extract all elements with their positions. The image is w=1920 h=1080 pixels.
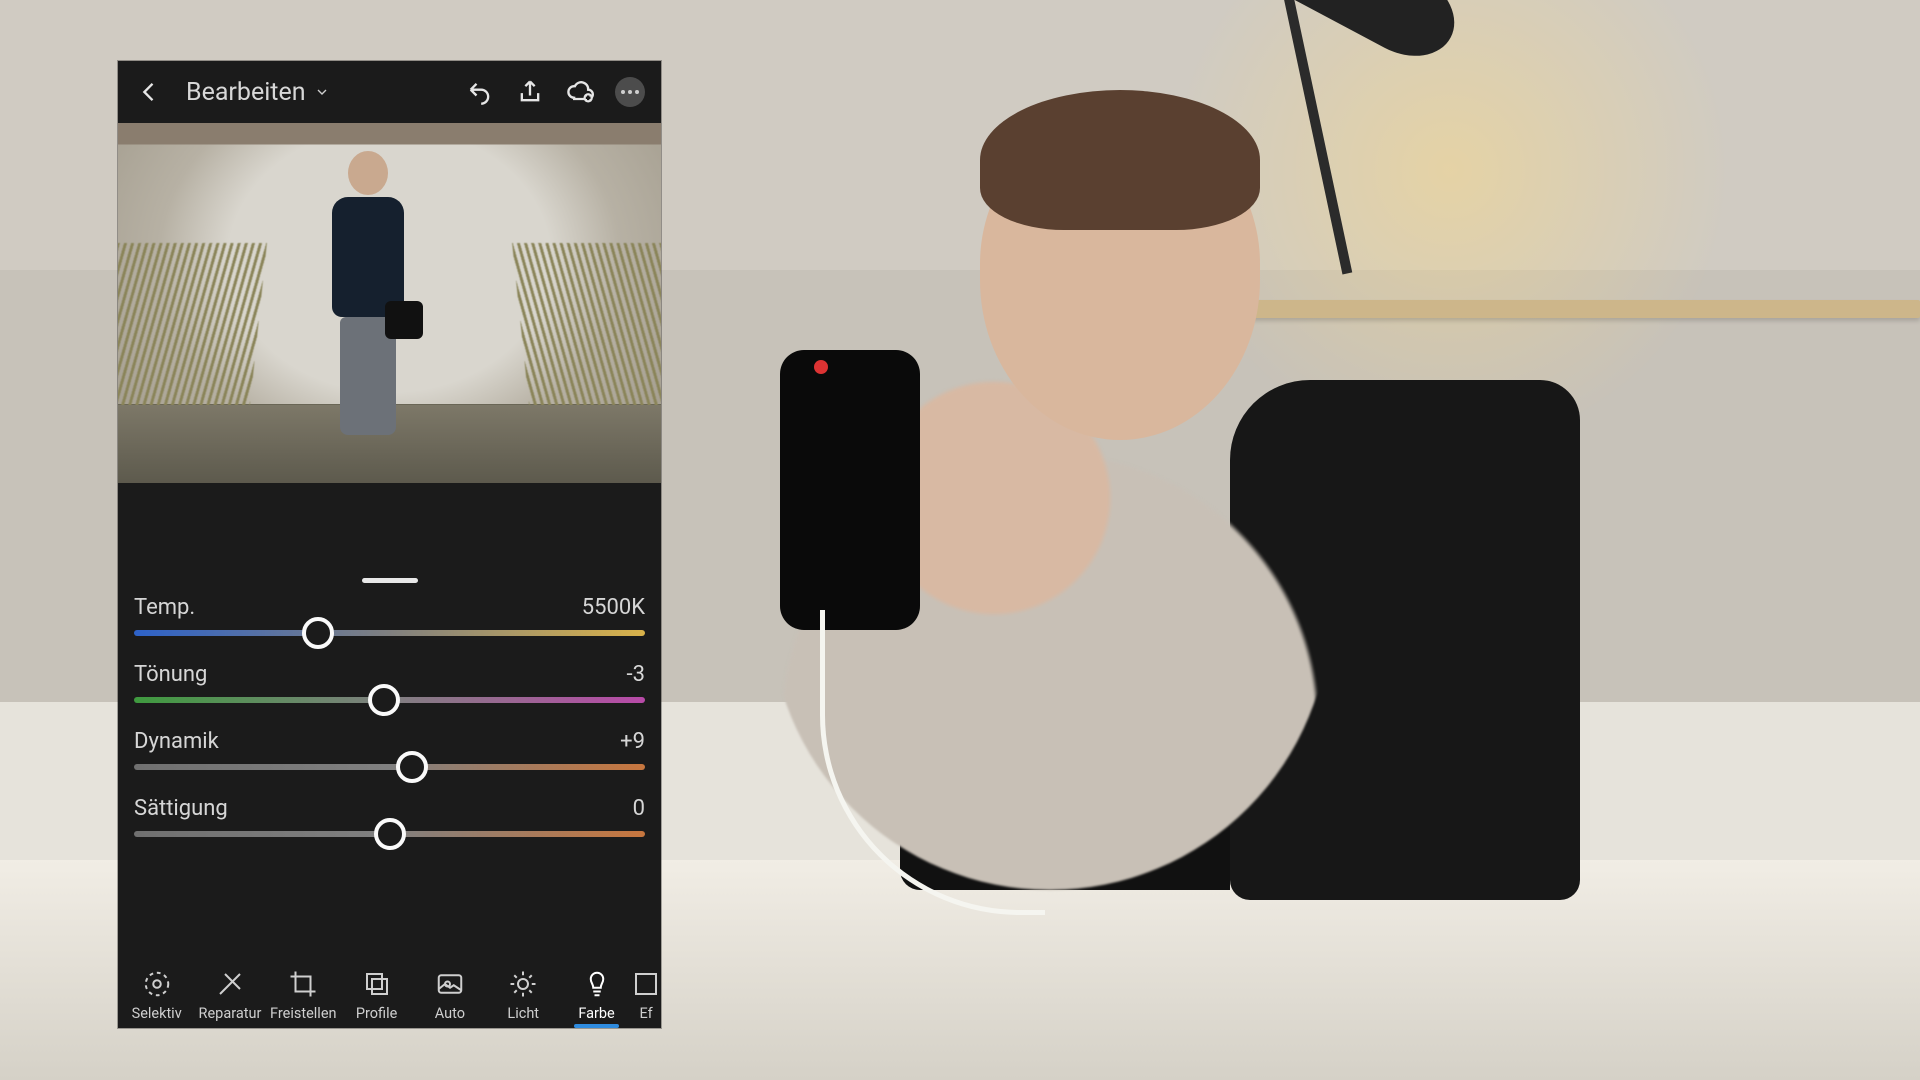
color-sliders-panel: Temp. 5500K Tönung -3 Dynamik +9: [118, 593, 661, 837]
heal-icon: [215, 969, 245, 999]
tool-strip[interactable]: Selektiv Reparatur Freistellen Profile A…: [118, 963, 661, 1028]
crop-icon: [288, 969, 318, 999]
preview-reeds-right: [512, 243, 661, 413]
tool-label: Profile: [356, 1005, 397, 1022]
slider-label: Tönung: [134, 662, 207, 687]
tool-label: Licht: [507, 1005, 539, 1022]
tool-effekte[interactable]: Ef: [633, 969, 659, 1022]
light-icon: [508, 969, 538, 999]
slider-value[interactable]: 0: [633, 796, 645, 821]
panel-drag-handle[interactable]: [362, 578, 418, 583]
image-preview[interactable]: [118, 123, 661, 483]
tool-label: Farbe: [578, 1005, 614, 1022]
cloud-sync-button[interactable]: [559, 71, 601, 113]
tool-label: Auto: [435, 1005, 465, 1022]
tool-label: Selektiv: [132, 1005, 182, 1022]
tool-licht[interactable]: Licht: [487, 969, 560, 1022]
preview-reeds-left: [118, 243, 267, 413]
share-button[interactable]: [509, 71, 551, 113]
auto-icon: [435, 969, 465, 999]
tool-reparatur[interactable]: Reparatur: [193, 969, 266, 1022]
back-button[interactable]: [128, 71, 170, 113]
slider-saturation: Sättigung 0: [134, 796, 645, 837]
profiles-icon: [362, 969, 392, 999]
tool-freistellen[interactable]: Freistellen: [267, 969, 340, 1022]
tool-auto[interactable]: Auto: [413, 969, 486, 1022]
slider-value[interactable]: -3: [627, 662, 645, 687]
selective-icon: [142, 969, 172, 999]
slider-label: Temp.: [134, 595, 195, 620]
slider-thumb[interactable]: [374, 818, 406, 850]
slider-temperature: Temp. 5500K: [134, 595, 645, 636]
slider-label: Dynamik: [134, 729, 219, 754]
panel-drag-zone[interactable]: [118, 483, 661, 593]
more-button[interactable]: [609, 71, 651, 113]
slider-vibrance: Dynamik +9: [134, 729, 645, 770]
slider-track-saturation[interactable]: [134, 831, 645, 837]
tool-label: Reparatur: [199, 1005, 262, 1022]
slider-thumb[interactable]: [302, 617, 334, 649]
more-icon: [615, 77, 645, 107]
tool-label: Ef: [639, 1005, 652, 1022]
top-bar: Bearbeiten: [118, 61, 661, 123]
mode-dropdown[interactable]: Bearbeiten: [186, 78, 330, 107]
color-icon: [582, 969, 612, 999]
slider-value[interactable]: +9: [620, 729, 645, 754]
person-hair: [980, 90, 1260, 230]
photo-editor-app: Bearbeiten Temp. 5500K: [118, 61, 661, 1028]
lamp-arm: [1280, 0, 1352, 274]
mode-label: Bearbeiten: [186, 78, 306, 107]
slider-thumb[interactable]: [396, 751, 428, 783]
slider-track-temperature[interactable]: [134, 630, 645, 636]
tool-profile[interactable]: Profile: [340, 969, 413, 1022]
phone-in-hand: [780, 350, 920, 630]
effects-icon: [633, 969, 659, 999]
preview-subject: [325, 151, 411, 451]
chevron-down-icon: [314, 84, 330, 100]
tool-farbe[interactable]: Farbe: [560, 969, 633, 1022]
slider-thumb[interactable]: [368, 684, 400, 716]
slider-label: Sättigung: [134, 796, 228, 821]
slider-tint: Tönung -3: [134, 662, 645, 703]
lamp-head: [1291, 0, 1470, 73]
slider-value[interactable]: 5500K: [582, 595, 645, 620]
shelf: [1210, 300, 1920, 318]
tool-selektiv[interactable]: Selektiv: [120, 969, 193, 1022]
tool-label: Freistellen: [270, 1005, 337, 1022]
slider-track-vibrance[interactable]: [134, 764, 645, 770]
undo-button[interactable]: [459, 71, 501, 113]
slider-track-tint[interactable]: [134, 697, 645, 703]
